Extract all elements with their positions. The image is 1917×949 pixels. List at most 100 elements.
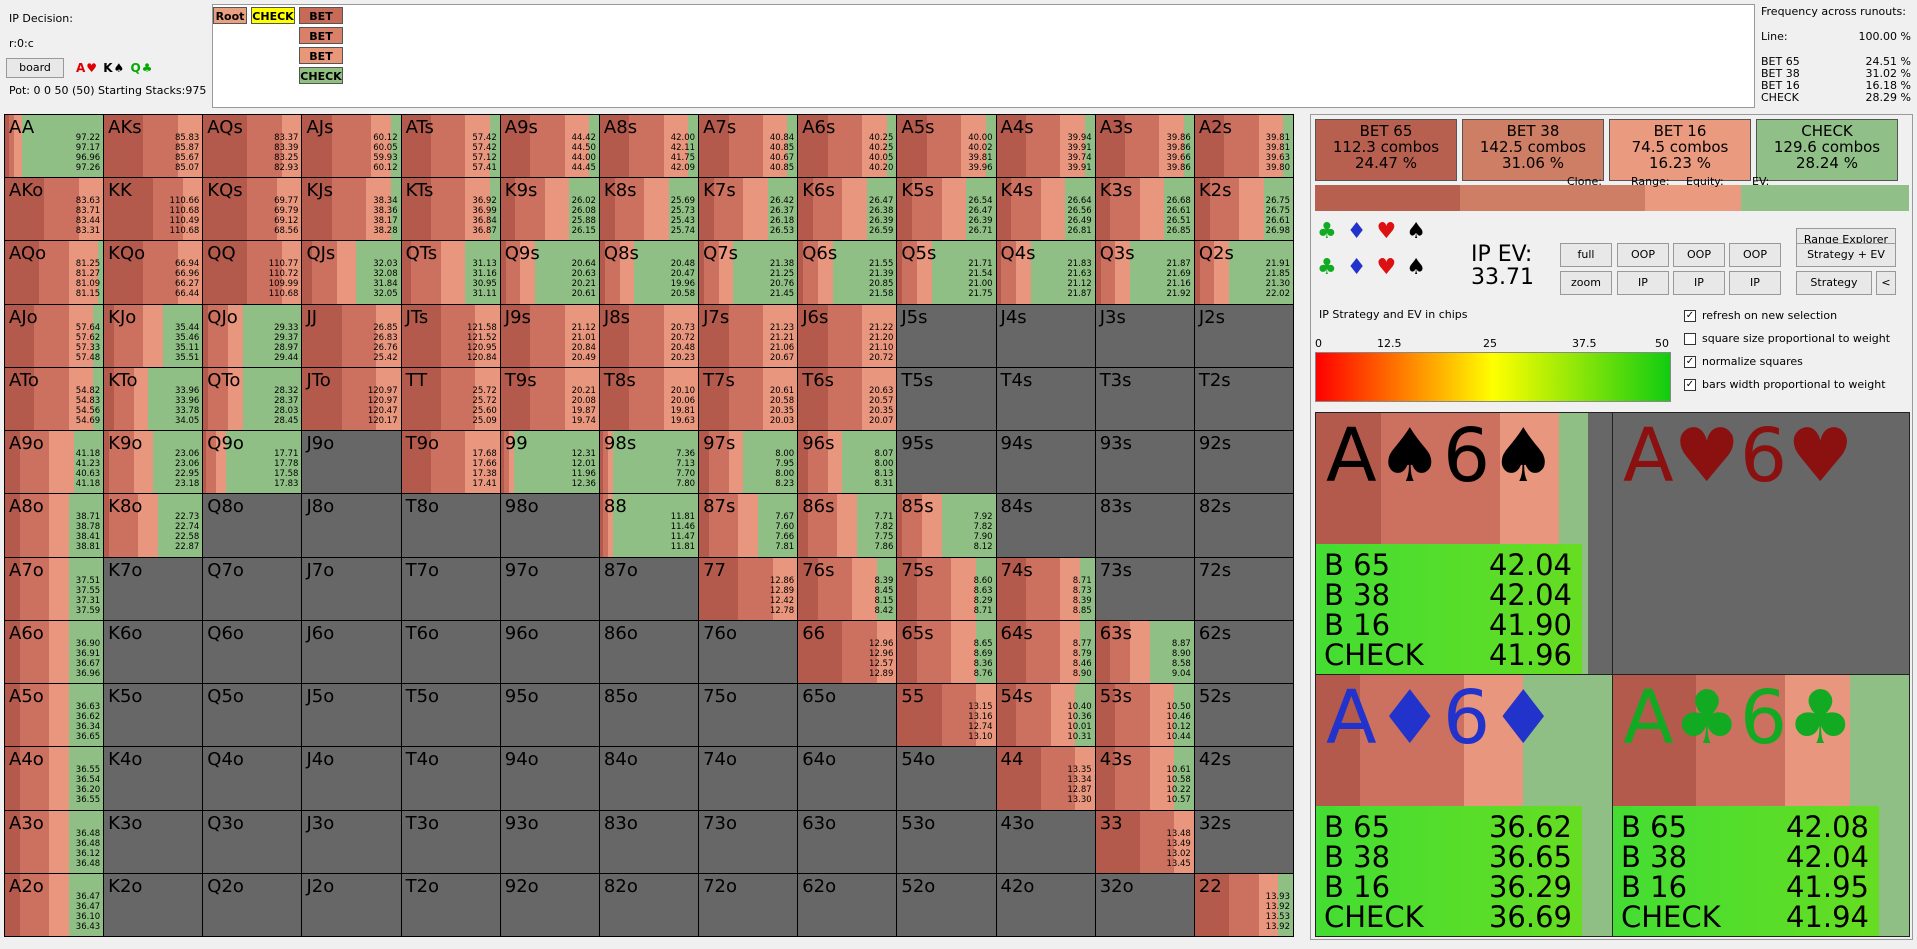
hand-cell[interactable]: 21.23 21.21 21.06 20.67 J7s (699, 304, 798, 367)
hand-cell[interactable]: 76o (699, 620, 798, 684)
combo-cell[interactable]: A♦6♦ B 65 36.62 B 38 36.65 B 16 36.29 CHECK 36.6… (1316, 675, 1612, 936)
checkbox-box[interactable] (1684, 332, 1696, 345)
checkbox-box[interactable]: ✓ (1684, 355, 1696, 368)
hand-cell[interactable]: K7o (104, 557, 203, 620)
hand-cell[interactable]: 13.35 13.34 12.87 13.30 44 (996, 747, 1095, 810)
tree-node-root[interactable]: Root (213, 7, 247, 24)
hand-cell[interactable]: J6o (302, 620, 401, 684)
hand-cell[interactable]: 8.87 8.90 8.58 9.04 63s (1095, 620, 1194, 684)
combo-cell[interactable]: A♥6♥ (1613, 413, 1909, 674)
strategy-button[interactable]: Strategy (1796, 271, 1872, 295)
hand-cell[interactable]: 36.48 36.48 36.12 36.48 A3o (5, 810, 104, 873)
hand-cell[interactable]: Q8o (203, 494, 302, 557)
hand-cell[interactable]: 31.13 31.16 30.95 31.11 QTs (401, 241, 500, 304)
hand-cell[interactable]: 83.63 83.71 83.44 83.31 AKo (5, 178, 104, 241)
hand-cell[interactable]: 74o (699, 747, 798, 810)
hand-cell[interactable]: J8o (302, 494, 401, 557)
hand-cell[interactable]: T3o (401, 810, 500, 873)
hand-cell[interactable]: T3s (1095, 367, 1194, 431)
hand-cell[interactable]: 75o (699, 684, 798, 747)
hand-cell[interactable]: 81.25 81.27 81.09 81.15 AQo (5, 241, 104, 304)
hand-cell[interactable]: J9o (302, 431, 401, 494)
hand-cell[interactable]: 20.10 20.06 19.81 19.63 T8s (599, 367, 699, 431)
hand-cell[interactable]: Q5o (203, 684, 302, 747)
hand-cell[interactable]: 26.42 26.37 26.18 26.53 K7s (699, 178, 798, 241)
hand-cell[interactable]: 54.82 54.83 54.56 54.69 ATo (5, 367, 104, 431)
hand-cell[interactable]: K3o (104, 810, 203, 873)
hand-cell[interactable]: 20.64 20.63 20.21 20.61 Q9s (500, 241, 599, 304)
hand-cell[interactable]: 97o (500, 557, 599, 620)
hand-cell[interactable]: 60.12 60.05 59.93 60.12 AJs (302, 115, 401, 178)
hand-cell[interactable]: Q7o (203, 557, 302, 620)
checkbox-box[interactable]: ✓ (1684, 378, 1696, 391)
hand-cell[interactable]: 12.86 12.89 12.42 12.78 77 (699, 557, 798, 620)
hand-cell[interactable]: 36.63 36.62 36.34 36.65 A5o (5, 684, 104, 747)
summary-bet16[interactable]: BET 16 74.5 combos 16.23 % (1609, 119, 1751, 181)
hand-cell[interactable]: T5o (401, 684, 500, 747)
combo-cell[interactable]: A♠6♠ B 65 42.04 B 38 42.04 B 16 41.90 CHECK 41.9… (1316, 413, 1612, 674)
hand-cell[interactable]: 26.64 26.56 26.49 26.81 K4s (996, 178, 1095, 241)
hand-cell[interactable]: 7.67 7.60 7.66 7.81 87s (699, 494, 798, 557)
hand-cell[interactable]: 8.65 8.69 8.36 8.76 65s (897, 620, 996, 684)
hand-cell[interactable]: 26.68 26.61 26.51 26.85 K3s (1095, 178, 1194, 241)
hand-cell[interactable]: 83s (1095, 494, 1194, 557)
hand-cell[interactable]: 85.83 85.87 85.67 85.07 AKs (104, 115, 203, 178)
hand-cell[interactable]: 69.77 69.79 69.12 68.56 KQs (203, 178, 302, 241)
hand-cell[interactable]: 40.84 40.85 40.67 40.85 A7s (699, 115, 798, 178)
hand-cell[interactable]: 82s (1194, 494, 1293, 557)
hand-cell[interactable]: 62s (1194, 620, 1293, 684)
zoom-button[interactable]: zoom (1560, 271, 1612, 295)
hand-cell[interactable]: 13.15 13.16 12.74 13.10 55 (897, 684, 996, 747)
checkbox-bars-width[interactable]: ✓ bars width proportional to weight (1684, 378, 1886, 391)
tree-node-bet65[interactable]: BET 65 (299, 7, 343, 40)
hand-cell[interactable]: 22.73 22.74 22.58 22.87 K8o (104, 494, 203, 557)
hand-cell[interactable]: T4o (401, 747, 500, 810)
hand-cell[interactable]: 10.50 10.46 10.12 10.44 53s (1095, 684, 1194, 747)
hand-cell[interactable]: 36.90 36.91 36.67 36.96 A6o (5, 620, 104, 684)
hand-cell[interactable]: 13.48 13.49 13.02 13.45 33 (1095, 810, 1194, 873)
hand-cell[interactable]: 83o (599, 810, 699, 873)
hand-cell[interactable]: J5s (897, 304, 996, 367)
hand-cell[interactable]: J2o (302, 873, 401, 936)
hand-cell[interactable]: 37.51 37.55 37.31 37.59 A7o (5, 557, 104, 620)
hand-cell[interactable]: J5o (302, 684, 401, 747)
hand-cell[interactable]: 83.37 83.39 83.25 82.93 AQs (203, 115, 302, 178)
hand-cell[interactable]: 53o (897, 810, 996, 873)
hand-cell[interactable]: 17.71 17.78 17.58 17.83 Q9o (203, 431, 302, 494)
hand-cell[interactable]: 86o (599, 620, 699, 684)
hand-cell[interactable]: T4s (996, 367, 1095, 431)
hand-cell[interactable]: 7.36 7.13 7.70 7.80 98s (599, 431, 699, 494)
hand-cell[interactable]: 97.22 97.17 96.96 97.26 AA (5, 115, 104, 178)
hand-cell[interactable]: 10.61 10.58 10.22 10.57 43s (1095, 747, 1194, 810)
range-ip-button[interactable]: IP (1617, 271, 1669, 295)
summary-bet65[interactable]: BET 65 112.3 combos 24.47 % (1315, 119, 1457, 181)
hand-cell[interactable]: 8.39 8.45 8.15 8.42 76s (798, 557, 897, 620)
hand-cell[interactable]: 20.48 20.47 19.96 20.58 Q8s (599, 241, 699, 304)
hand-cell[interactable]: 54o (897, 747, 996, 810)
hand-cell[interactable]: J2s (1194, 304, 1293, 367)
hand-cell[interactable]: 93s (1095, 431, 1194, 494)
hand-cell[interactable]: 21.55 21.39 20.85 21.58 Q6s (798, 241, 897, 304)
hand-cell[interactable]: 62o (798, 873, 897, 936)
hand-cell[interactable]: 8.71 8.73 8.39 8.85 74s (996, 557, 1095, 620)
checkbox-normalize[interactable]: ✓ normalize squares (1684, 355, 1803, 368)
hand-cell[interactable]: 26.02 26.08 25.88 26.15 K9s (500, 178, 599, 241)
hand-cell[interactable]: K2o (104, 873, 203, 936)
hand-cell[interactable]: 21.12 21.01 20.84 20.49 J9s (500, 304, 599, 367)
hand-cell[interactable]: 12.96 12.96 12.57 12.89 66 (798, 620, 897, 684)
diamond-icon[interactable]: ♦ (1347, 255, 1367, 280)
hand-cell[interactable]: 110.77 110.72 109.99 110.68 QQ (203, 241, 302, 304)
hand-cell[interactable]: 7.92 7.82 7.90 8.12 85s (897, 494, 996, 557)
hand-cell[interactable]: 73o (699, 810, 798, 873)
hand-cell[interactable]: 52s (1194, 684, 1293, 747)
ev-ip-button[interactable]: IP (1729, 271, 1781, 295)
hand-cell[interactable]: Q6o (203, 620, 302, 684)
hand-cell[interactable]: 32.03 32.08 31.84 32.05 QJs (302, 241, 401, 304)
hand-cell[interactable]: J4o (302, 747, 401, 810)
hand-cell[interactable]: Q2o (203, 873, 302, 936)
checkbox-refresh[interactable]: ✓ refresh on new selection (1684, 309, 1837, 322)
hand-cell[interactable]: 98o (500, 494, 599, 557)
hand-cell[interactable]: 23.06 23.06 22.95 23.18 K9o (104, 431, 203, 494)
hand-cell[interactable]: 94s (996, 431, 1095, 494)
tree-node-bet16[interactable]: BET 16 (299, 47, 343, 80)
